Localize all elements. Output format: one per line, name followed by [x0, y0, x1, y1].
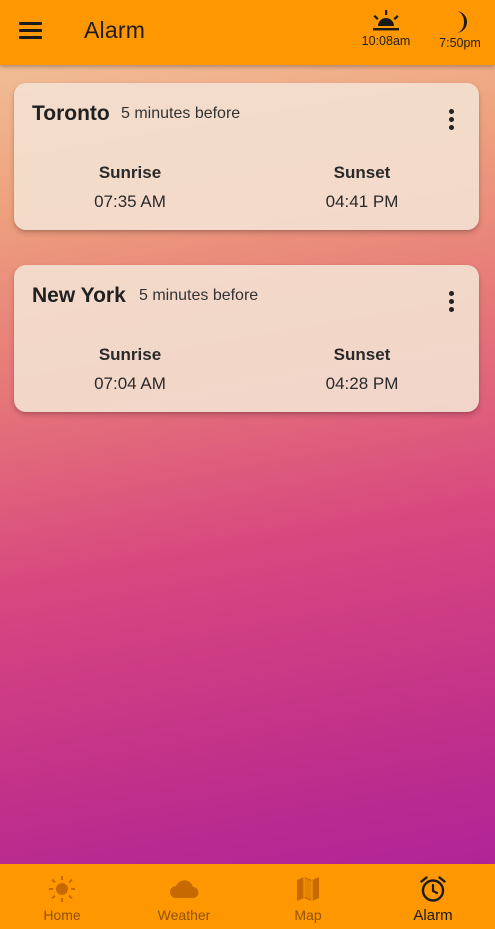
sunset-indicator: 7:50pm: [432, 10, 488, 50]
more-vert-icon[interactable]: [446, 109, 458, 131]
sunrise-indicator: 10:08am: [356, 10, 416, 48]
map-icon: [297, 877, 319, 901]
sunset-value: 04:41 PM: [325, 192, 399, 211]
sunset-time: 7:50pm: [439, 36, 481, 50]
alarm-clock-icon: [420, 876, 446, 902]
sunrise-time: 10:08am: [361, 34, 411, 48]
sunrise-label: Sunrise: [98, 163, 162, 182]
cloud-icon: [170, 880, 199, 898]
sunrise-icon: [373, 10, 399, 31]
sunset-column: Sunset 04:28 PM: [292, 345, 432, 394]
city-name: Toronto: [32, 102, 110, 125]
sunset-label: Sunset: [333, 163, 391, 182]
moon-icon: [456, 11, 467, 33]
app-bar: Alarm 10:08am 7:50pm: [0, 0, 495, 65]
nav-map[interactable]: Map: [246, 864, 370, 929]
sunrise-value: 07:35 AM: [94, 192, 166, 211]
nav-home[interactable]: Home: [0, 864, 124, 929]
menu-icon[interactable]: [19, 22, 43, 40]
sun-icon: [49, 876, 75, 902]
city-name: New York: [32, 284, 126, 307]
sunrise-value: 07:04 AM: [94, 374, 166, 393]
bottom-navigation: Home Weather Map Alarm: [0, 864, 495, 929]
nav-alarm-label: Alarm: [413, 907, 453, 924]
alarm-offset: 5 minutes before: [139, 287, 259, 304]
nav-alarm[interactable]: Alarm: [371, 864, 495, 929]
sunrise-column: Sunrise 07:04 AM: [60, 345, 200, 394]
sunset-label: Sunset: [333, 345, 391, 364]
page-title: Alarm: [84, 17, 146, 43]
alarm-card[interactable]: New York 5 minutes before Sunrise 07:04 …: [14, 265, 479, 412]
nav-weather[interactable]: Weather: [122, 864, 246, 929]
sunset-value: 04:28 PM: [325, 374, 399, 393]
nav-home-label: Home: [43, 907, 81, 923]
more-vert-icon[interactable]: [446, 291, 458, 313]
alarm-card[interactable]: Toronto 5 minutes before Sunrise 07:35 A…: [14, 83, 479, 230]
sunrise-label: Sunrise: [98, 345, 162, 364]
alarm-offset: 5 minutes before: [121, 105, 241, 122]
nav-map-label: Map: [294, 907, 322, 923]
sunset-column: Sunset 04:41 PM: [292, 163, 432, 212]
nav-weather-label: Weather: [157, 907, 211, 923]
sunrise-column: Sunrise 07:35 AM: [60, 163, 200, 212]
